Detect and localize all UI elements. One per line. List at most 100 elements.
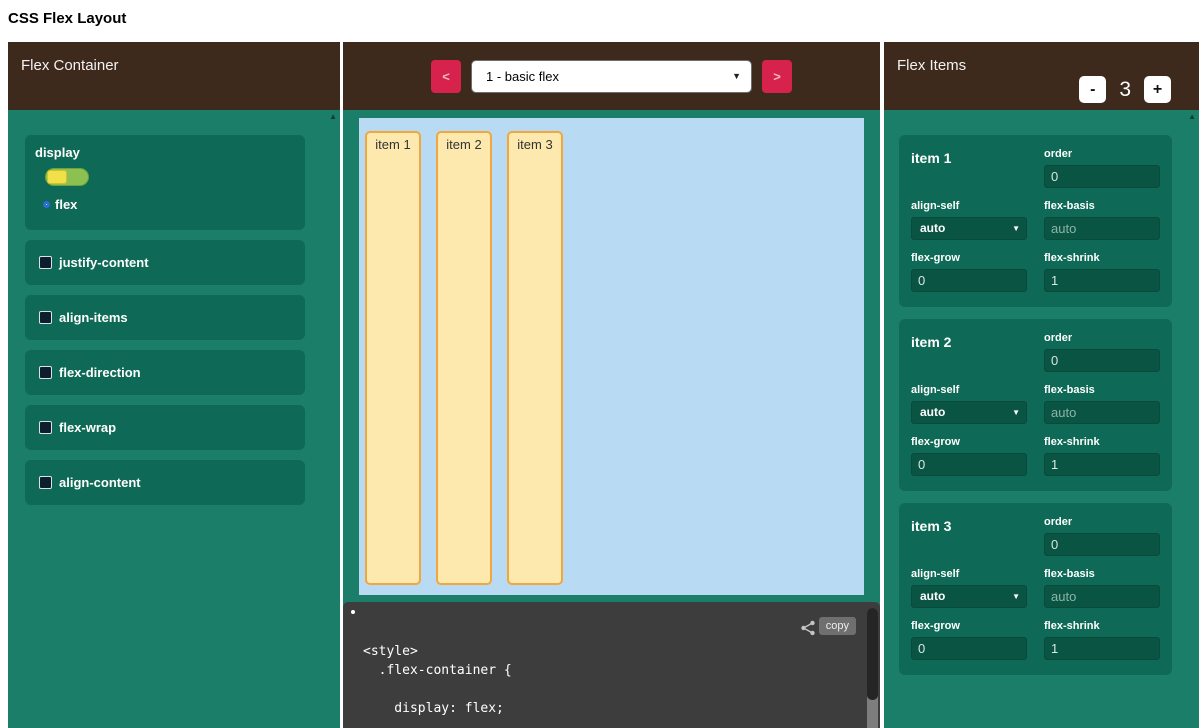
flex-grow-input[interactable] [911,453,1027,476]
flex-preview-container: item 1 item 2 item 3 [359,118,864,595]
example-select[interactable]: 1 - basic flex ▼ [471,60,752,93]
scrollbar-up-arrow-icon[interactable]: ▲ [329,113,337,121]
flex-radio-label: flex [55,197,77,212]
increase-items-button[interactable]: + [1144,76,1171,103]
item-title: item 1 [911,148,1027,166]
align-self-label: align-self [911,200,1027,212]
flex-basis-label: flex-basis [1044,568,1160,580]
flex-preview-item: item 1 [365,131,421,585]
code-line: .flex-container { [363,661,512,680]
property-card-justify-content: justify-content [25,240,305,285]
code-dot [351,610,355,614]
flex-grow-label: flex-grow [911,436,1027,448]
align-content-label: align-content [59,475,141,490]
flex-shrink-label: flex-shrink [1044,436,1160,448]
flex-items-header: Flex Items - 3 + [884,42,1199,110]
chevron-down-icon: ▼ [1012,218,1020,239]
code-line: display: flex; [363,699,512,718]
flex-preview-item: item 3 [507,131,563,585]
flex-items-title: Flex Items [897,57,966,74]
align-self-value: auto [920,221,945,235]
flex-items-body: ▲ item 1 order align-self auto ▼ flex-ba… [884,110,1199,728]
flex-container-title: Flex Container [21,57,119,74]
order-input[interactable] [1044,165,1160,188]
flex-basis-input[interactable] [1044,585,1160,608]
flex-basis-label: flex-basis [1044,384,1160,396]
share-icon[interactable] [800,620,816,636]
align-self-label: align-self [911,384,1027,396]
chevron-down-icon: ▼ [1012,586,1020,607]
preview-body: item 1 item 2 item 3 copy <style> .flex-… [343,110,880,728]
flex-shrink-input[interactable] [1044,269,1160,292]
flex-grow-input[interactable] [911,269,1027,292]
property-card-align-items: align-items [25,295,305,340]
align-self-select[interactable]: auto ▼ [911,401,1027,424]
flex-basis-input[interactable] [1044,217,1160,240]
order-label: order [1044,148,1160,160]
next-example-button[interactable]: > [762,60,792,93]
display-flex-radio-row: flex [43,197,291,212]
align-self-value: auto [920,589,945,603]
item-card: item 1 order align-self auto ▼ flex-basi… [899,135,1172,307]
flex-direction-checkbox[interactable] [39,366,52,379]
display-card: display flex [25,135,305,230]
example-nav-header: < 1 - basic flex ▼ > [343,42,880,110]
align-self-select[interactable]: auto ▼ [911,217,1027,240]
flex-direction-label: flex-direction [59,365,141,380]
flex-items-panel: Flex Items - 3 + ▲ item 1 order align-se… [884,42,1199,728]
order-input[interactable] [1044,533,1160,556]
flex-container-header: Flex Container [8,42,340,110]
flex-grow-input[interactable] [911,637,1027,660]
flex-shrink-input[interactable] [1044,453,1160,476]
align-self-value: auto [920,405,945,419]
flex-container-body: ▲ display flex justify-content align-ite… [8,110,340,728]
flex-basis-label: flex-basis [1044,200,1160,212]
item-card: item 2 order align-self auto ▼ flex-basi… [899,319,1172,491]
item-card: item 3 order align-self auto ▼ flex-basi… [899,503,1172,675]
decrease-items-button[interactable]: - [1079,76,1106,103]
order-label: order [1044,516,1160,528]
flex-basis-input[interactable] [1044,401,1160,424]
justify-content-label: justify-content [59,255,149,270]
code-line [363,680,512,699]
flex-radio[interactable] [43,201,50,208]
toggle-knob [47,170,67,184]
chevron-down-icon: ▼ [732,61,741,92]
chevron-down-icon: ▼ [1012,402,1020,423]
property-card-flex-wrap: flex-wrap [25,405,305,450]
align-items-label: align-items [59,310,128,325]
display-label: display [35,145,291,160]
flex-wrap-checkbox[interactable] [39,421,52,434]
code-block: copy <style> .flex-container { display: … [343,602,880,728]
item-count-controls: - 3 + [1079,76,1171,103]
items-count: 3 [1119,78,1131,102]
order-label: order [1044,332,1160,344]
code-scrollbar-thumb[interactable] [867,608,878,700]
display-toggle[interactable] [45,168,89,186]
flex-grow-label: flex-grow [911,252,1027,264]
page: CSS Flex Layout Flex Container ▲ display… [0,0,1199,728]
item-title: item 2 [911,332,1027,350]
justify-content-checkbox[interactable] [39,256,52,269]
flex-wrap-label: flex-wrap [59,420,116,435]
align-self-label: align-self [911,568,1027,580]
scrollbar-up-arrow-icon[interactable]: ▲ [1188,113,1196,121]
flex-container-panel: Flex Container ▲ display flex justify-co… [8,42,340,728]
property-card-align-content: align-content [25,460,305,505]
flex-shrink-label: flex-shrink [1044,252,1160,264]
copy-button[interactable]: copy [819,617,856,635]
align-items-checkbox[interactable] [39,311,52,324]
code-content: <style> .flex-container { display: flex; [363,642,512,718]
flex-grow-label: flex-grow [911,620,1027,632]
code-scrollbar[interactable] [867,608,878,728]
code-line: <style> [363,642,512,661]
page-title: CSS Flex Layout [8,10,126,27]
align-content-checkbox[interactable] [39,476,52,489]
prev-example-button[interactable]: < [431,60,461,93]
item-title: item 3 [911,516,1027,534]
order-input[interactable] [1044,349,1160,372]
flex-shrink-input[interactable] [1044,637,1160,660]
align-self-select[interactable]: auto ▼ [911,585,1027,608]
property-card-flex-direction: flex-direction [25,350,305,395]
preview-panel: < 1 - basic flex ▼ > item 1 item 2 item … [343,42,880,728]
